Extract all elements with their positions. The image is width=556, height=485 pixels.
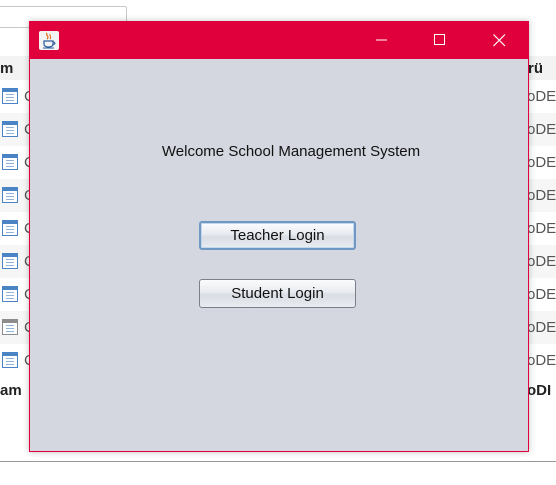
row-right-text: oDE [527,187,556,204]
table-icon [2,121,18,137]
background-header-left: m [0,60,14,77]
teacher-login-button[interactable]: Teacher Login [199,221,356,250]
maximize-icon [434,34,445,45]
title-bar[interactable] [30,22,528,59]
table-icon [2,187,18,203]
table-icon [2,88,18,104]
row-right-text: oDE [527,286,556,303]
java-icon[interactable] [39,31,59,50]
student-login-button[interactable]: Student Login [199,279,356,308]
background-footer-right: oDI [527,382,552,399]
row-right-text: oDE [527,121,556,138]
row-right-text: oDE [527,352,556,369]
table-icon [2,286,18,302]
background-header-right: rü [528,60,543,77]
table-icon [2,319,18,335]
minimize-button[interactable] [353,22,411,59]
background-footer-left: am [0,382,22,399]
close-icon [493,34,506,47]
table-icon [2,154,18,170]
maximize-button[interactable] [411,22,469,59]
row-right-text: oDE [527,253,556,270]
minimize-icon [376,39,387,41]
row-right-text: oDE [527,220,556,237]
background-divider [0,461,556,462]
row-right-text: oDE [527,319,556,336]
row-right-text: oDE [527,88,556,105]
table-icon [2,352,18,368]
table-icon [2,253,18,269]
welcome-label: Welcome School Management System [161,143,421,160]
close-button[interactable] [470,22,528,59]
table-icon [2,220,18,236]
login-window: Welcome School Management System Teacher… [29,21,529,452]
